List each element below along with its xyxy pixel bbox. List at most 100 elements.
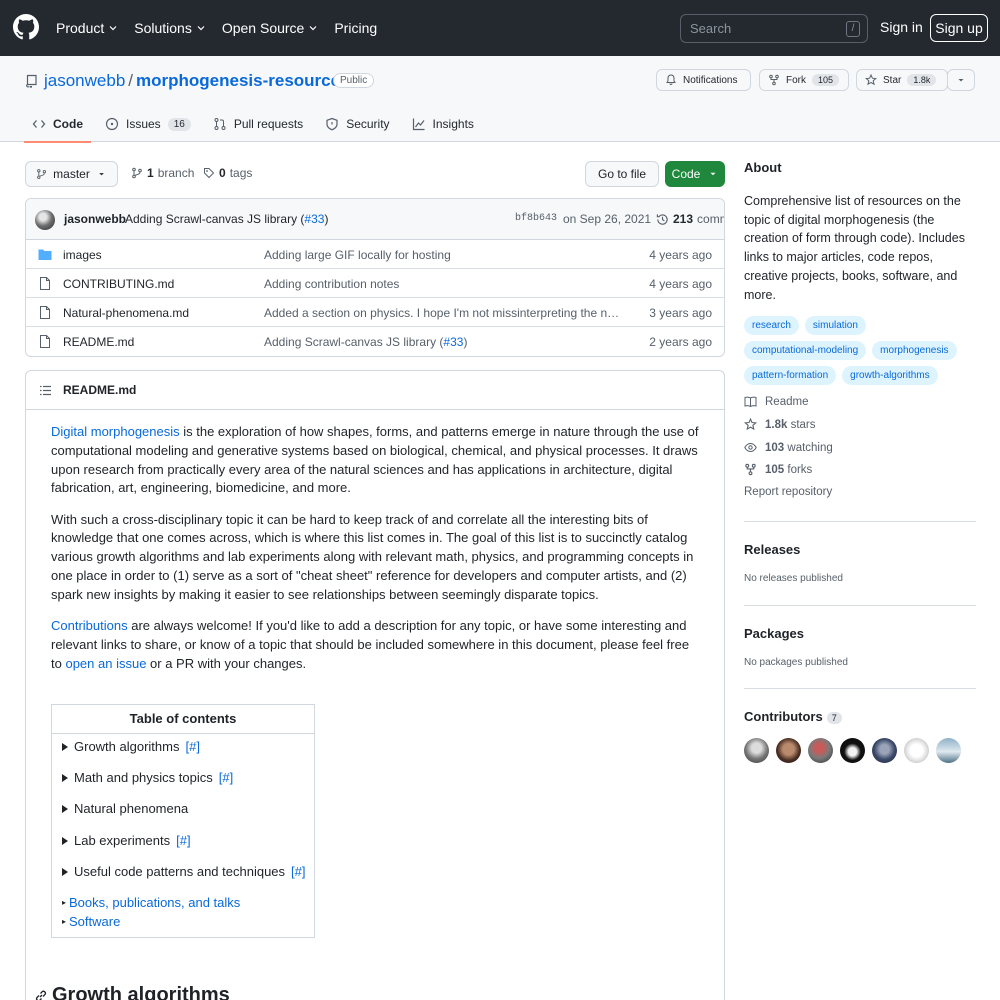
forks-link[interactable]: 105 forks (744, 463, 812, 476)
topic-tag[interactable]: computational-modeling (744, 341, 867, 360)
nav-pricing[interactable]: Pricing (334, 20, 377, 36)
file-age: 2 years ago (649, 335, 712, 349)
contributors-count: 7 (826, 712, 842, 724)
tags-link[interactable]: 0 tags (203, 166, 252, 180)
tab-pull-requests[interactable]: Pull requests (205, 106, 311, 142)
file-commit-message[interactable]: Adding Scrawl-canvas JS library (#33) (264, 335, 620, 349)
readme-title: README.md (63, 383, 137, 397)
list-icon[interactable] (39, 384, 52, 397)
branch-select-button[interactable]: master (25, 161, 118, 187)
notifications-label: Notifications (683, 74, 738, 86)
commit-sha[interactable]: bf8b643 (515, 213, 557, 224)
avatar[interactable] (936, 738, 961, 763)
toc-anchor-link[interactable]: [#] (219, 770, 233, 785)
file-row[interactable]: Natural-phenomena.md Added a section on … (26, 298, 724, 327)
topic-tag[interactable]: research (744, 316, 799, 335)
packages-title[interactable]: Packages (744, 626, 804, 641)
tab-security[interactable]: Security (317, 106, 397, 142)
commit-message[interactable]: Adding Scrawl-canvas JS library (#33) (125, 212, 328, 226)
file-commit-end: ) (463, 335, 468, 349)
watchers-link[interactable]: 103 watching (744, 441, 833, 454)
tab-insights[interactable]: Insights (404, 106, 482, 142)
topic-tag[interactable]: pattern-formation (744, 366, 837, 385)
toc-item[interactable]: Useful code patterns and techniques [#] (62, 864, 306, 879)
commit-message-text: Adding Scrawl-canvas JS library ( (125, 212, 305, 226)
topic-tag[interactable]: growth-algorithms (842, 366, 938, 385)
star-button[interactable]: Star 1.8k (856, 69, 948, 91)
repo-title: jasonwebb / morphogenesis-resources (44, 71, 350, 91)
file-name[interactable]: Natural-phenomena.md (63, 306, 189, 320)
tab-issues[interactable]: Issues 16 (97, 106, 199, 142)
code-dropdown-button[interactable]: Code (665, 161, 725, 187)
fork-button[interactable]: Fork 105 (759, 69, 849, 91)
file-icon (40, 306, 50, 319)
github-logo-icon[interactable] (13, 14, 39, 40)
avatar[interactable] (35, 210, 55, 230)
readme-link[interactable]: Readme (744, 395, 808, 408)
issues-count: 16 (167, 117, 191, 131)
toc-item-label: Lab experiments (74, 833, 171, 848)
topic-tag[interactable]: simulation (804, 316, 866, 335)
contributors-title[interactable]: Contributors 7 (744, 709, 842, 724)
toc-item[interactable]: Math and physics topics [#] (62, 770, 233, 785)
nav-solutions[interactable]: Solutions (134, 20, 206, 36)
top-nav: Product Solutions Open Source Pricing (56, 0, 393, 56)
link-icon[interactable] (34, 989, 48, 1000)
notifications-button[interactable]: Notifications (656, 69, 751, 91)
avatar[interactable] (872, 738, 897, 763)
file-name[interactable]: images (63, 248, 102, 262)
toc-item[interactable]: Growth algorithms [#] (62, 739, 200, 754)
commits-history-link[interactable]: 213 commits (656, 212, 724, 226)
releases-title[interactable]: Releases (744, 542, 800, 557)
file-row[interactable]: images Adding large GIF locally for host… (26, 240, 724, 269)
toc-anchor-link[interactable]: [#] (176, 833, 190, 848)
bullet-icon: ▸ (62, 898, 67, 907)
branches-link[interactable]: 1 branch (131, 166, 194, 180)
toc-software-link[interactable]: Software (69, 914, 120, 929)
triangle-down-icon (99, 173, 104, 176)
star-count: 1.8k (907, 74, 937, 86)
digital-morphogenesis-link[interactable]: Digital morphogenesis (51, 424, 180, 439)
avatar[interactable] (904, 738, 929, 763)
file-icon (40, 277, 50, 290)
toc-anchor-link[interactable]: [#] (185, 739, 199, 754)
global-header: Product Solutions Open Source Pricing Se… (0, 0, 1000, 56)
file-commit-message[interactable]: Adding large GIF locally for hosting (264, 248, 620, 262)
star-dropdown-button[interactable] (947, 69, 975, 91)
file-row[interactable]: CONTRIBUTING.md Adding contribution note… (26, 269, 724, 298)
commit-pr-link[interactable]: #33 (304, 212, 324, 226)
file-name[interactable]: CONTRIBUTING.md (63, 277, 174, 291)
avatar[interactable] (808, 738, 833, 763)
nav-product[interactable]: Product (56, 20, 118, 36)
open-issue-link[interactable]: open an issue (65, 656, 146, 671)
file-name[interactable]: README.md (63, 335, 134, 349)
sign-up-button[interactable]: Sign up (930, 14, 988, 42)
contributors-title-text: Contributors (744, 709, 823, 724)
contributions-link[interactable]: Contributions (51, 618, 128, 633)
commits-label: commits (697, 212, 724, 226)
divider (744, 521, 976, 522)
avatar[interactable] (776, 738, 801, 763)
sign-in-link[interactable]: Sign in (880, 19, 923, 35)
toc-anchor-link[interactable]: [#] (291, 864, 305, 879)
go-to-file-button[interactable]: Go to file (585, 161, 659, 187)
repo-name-link[interactable]: morphogenesis-resources (136, 71, 350, 91)
nav-open-source[interactable]: Open Source (222, 20, 319, 36)
toc-item[interactable]: Natural phenomena (62, 801, 188, 816)
tab-code[interactable]: Code (24, 106, 91, 143)
search-input[interactable]: Search / (680, 14, 868, 43)
avatar[interactable] (744, 738, 769, 763)
file-commit-pr-link[interactable]: #33 (443, 335, 463, 349)
toc-books-link[interactable]: Books, publications, and talks (69, 895, 240, 910)
commit-author[interactable]: jasonwebb (64, 212, 126, 226)
file-row[interactable]: README.md Adding Scrawl-canvas JS librar… (26, 327, 724, 356)
avatar[interactable] (840, 738, 865, 763)
file-age: 4 years ago (649, 277, 712, 291)
file-commit-message[interactable]: Added a section on physics. I hope I'm n… (264, 306, 620, 320)
topic-tag[interactable]: morphogenesis (872, 341, 957, 360)
repo-owner-link[interactable]: jasonwebb (44, 71, 125, 91)
toc-item[interactable]: Lab experiments [#] (62, 833, 191, 848)
report-repository-link[interactable]: Report repository (744, 486, 832, 498)
file-commit-message[interactable]: Adding contribution notes (264, 277, 620, 291)
stars-link[interactable]: 1.8k stars (744, 418, 816, 431)
